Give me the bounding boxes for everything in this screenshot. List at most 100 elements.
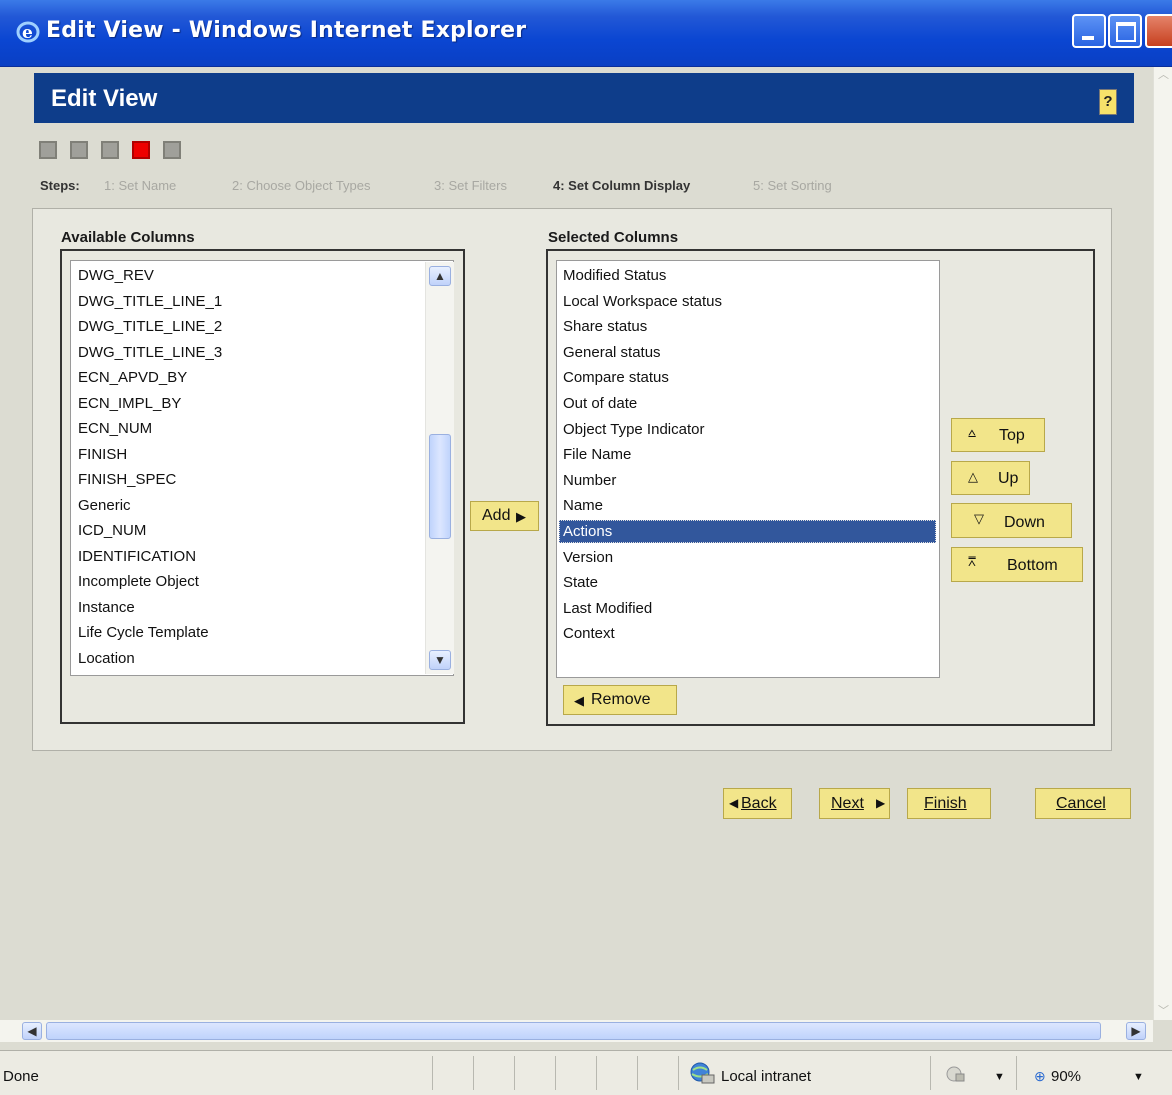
scroll-down-icon[interactable]: ▼: [429, 650, 451, 670]
next-button-label: Next: [831, 795, 864, 812]
zone-text: Local intranet: [721, 1068, 812, 1085]
list-item[interactable]: ICD_NUM: [78, 519, 146, 543]
protected-mode-icon[interactable]: [945, 1064, 967, 1084]
available-list-scrollbar[interactable]: ▲ ▼: [425, 262, 454, 674]
available-columns-list[interactable]: DWG_REV DWG_TITLE_LINE_1 DWG_TITLE_LINE_2 D…: [70, 260, 454, 676]
status-divider: [678, 1056, 679, 1090]
svg-text:e: e: [22, 23, 33, 43]
zoom-level[interactable]: 90%: [1051, 1068, 1081, 1085]
step-indicator-2: [70, 141, 88, 159]
step-indicator-3: [101, 141, 119, 159]
back-button[interactable]: ◀ Back: [723, 788, 792, 819]
step-indicator-1: [39, 141, 57, 159]
list-item[interactable]: Number: [563, 469, 616, 493]
step-5: 5: Set Sorting: [753, 178, 832, 193]
finish-button[interactable]: Finish: [907, 788, 991, 819]
chevron-down-icon[interactable]: ▼: [994, 1071, 1005, 1083]
list-item[interactable]: Out of date: [563, 392, 637, 416]
status-divider: [1016, 1056, 1017, 1090]
move-to-bottom-icon: ⩞: [968, 554, 976, 569]
page-title: Edit View: [51, 85, 158, 112]
status-divider: [596, 1056, 597, 1090]
next-button[interactable]: Next ▶: [819, 788, 890, 819]
list-item[interactable]: State: [563, 571, 598, 595]
window-title: Edit View - Windows Internet Explorer: [46, 18, 527, 43]
move-top-button[interactable]: ⩟ Top: [951, 418, 1045, 452]
list-item[interactable]: General status: [563, 341, 661, 365]
scroll-up-arrow-icon[interactable]: ︿: [1155, 67, 1172, 84]
list-item[interactable]: FINISH_SPEC: [78, 468, 176, 492]
add-button[interactable]: Add ▶: [470, 501, 539, 531]
status-divider: [473, 1056, 474, 1090]
arrow-left-icon: ◀: [574, 693, 584, 708]
horizontal-scroll-thumb[interactable]: [46, 1022, 1101, 1040]
status-divider: [555, 1056, 556, 1090]
maximize-button[interactable]: [1108, 14, 1142, 48]
list-item[interactable]: FINISH: [78, 443, 127, 467]
list-item[interactable]: DWG_TITLE_LINE_3: [78, 341, 222, 365]
arrow-right-icon: ▶: [516, 509, 526, 524]
list-item[interactable]: Generic: [78, 494, 131, 518]
move-to-top-icon: ⩟: [968, 425, 976, 440]
list-item[interactable]: Version: [563, 546, 613, 570]
scroll-thumb[interactable]: [429, 434, 451, 539]
add-button-label: Add: [482, 507, 511, 524]
status-divider: [930, 1056, 931, 1090]
list-item[interactable]: DWG_TITLE_LINE_1: [78, 290, 222, 314]
triangle-up-icon: △: [968, 469, 978, 484]
list-item[interactable]: Incomplete Object: [78, 570, 199, 594]
list-item[interactable]: Life Cycle Template: [78, 621, 209, 645]
step-2: 2: Choose Object Types: [232, 178, 371, 193]
remove-button[interactable]: ◀ Remove: [563, 685, 677, 715]
step-indicator-5: [163, 141, 181, 159]
list-item[interactable]: DWG_TITLE_LINE_2: [78, 315, 222, 339]
list-item[interactable]: ECN_IMPL_BY: [78, 392, 181, 416]
list-item[interactable]: Actions: [563, 520, 612, 544]
back-button-label: Back: [741, 795, 777, 812]
list-item[interactable]: Instance: [78, 596, 135, 620]
steps-label: Steps:: [40, 178, 80, 193]
list-item[interactable]: Object Type Indicator: [563, 418, 704, 442]
list-item[interactable]: Context: [563, 622, 615, 646]
scroll-right-icon[interactable]: ▶: [1126, 1022, 1146, 1040]
cancel-button[interactable]: Cancel: [1035, 788, 1131, 819]
list-item[interactable]: Modified Status: [563, 264, 666, 288]
close-button[interactable]: [1145, 14, 1172, 48]
list-item[interactable]: Local Workspace status: [563, 290, 722, 314]
step-1: 1: Set Name: [104, 178, 177, 193]
list-item[interactable]: File Name: [563, 443, 631, 467]
remove-button-label: Remove: [591, 691, 651, 708]
move-bottom-button[interactable]: ⩞ Bottom: [951, 547, 1083, 582]
list-item[interactable]: DWG_REV: [78, 264, 154, 288]
list-item[interactable]: ECN_APVD_BY: [78, 366, 187, 390]
minimize-button[interactable]: [1072, 14, 1106, 48]
list-item[interactable]: IDENTIFICATION: [78, 545, 196, 569]
status-divider: [432, 1056, 433, 1090]
available-columns-title: Available Columns: [61, 229, 195, 246]
zoom-dropdown-icon[interactable]: ▼: [1133, 1071, 1144, 1083]
arrow-left-icon: ◀: [729, 796, 739, 810]
step-3: 3: Set Filters: [434, 178, 507, 193]
status-divider: [637, 1056, 638, 1090]
selected-row-highlight: [559, 520, 936, 543]
scroll-up-icon[interactable]: ▲: [429, 266, 451, 286]
finish-button-label: Finish: [924, 795, 967, 812]
list-item[interactable]: Share status: [563, 315, 647, 339]
zoom-icon[interactable]: ⊕: [1034, 1068, 1046, 1085]
list-item[interactable]: Location: [78, 647, 135, 671]
move-up-button[interactable]: △ Up: [951, 461, 1030, 495]
list-item[interactable]: Name: [563, 494, 603, 518]
list-item[interactable]: Last Modified: [563, 597, 652, 621]
status-text: Done: [3, 1068, 39, 1085]
step-indicator-4: [132, 141, 150, 159]
move-down-button[interactable]: ▽ Down: [951, 503, 1072, 538]
scroll-left-icon[interactable]: ◀: [22, 1022, 42, 1040]
top-button-label: Top: [999, 427, 1025, 444]
help-button[interactable]: ?: [1099, 89, 1117, 115]
list-item[interactable]: ECN_NUM: [78, 417, 152, 441]
page-vertical-scrollbar[interactable]: ︿ ﹀: [1153, 67, 1172, 1020]
scroll-down-arrow-icon[interactable]: ﹀: [1155, 1003, 1172, 1020]
triangle-down-icon: ▽: [974, 511, 984, 526]
bottom-button-label: Bottom: [1007, 557, 1058, 574]
list-item[interactable]: Compare status: [563, 366, 669, 390]
